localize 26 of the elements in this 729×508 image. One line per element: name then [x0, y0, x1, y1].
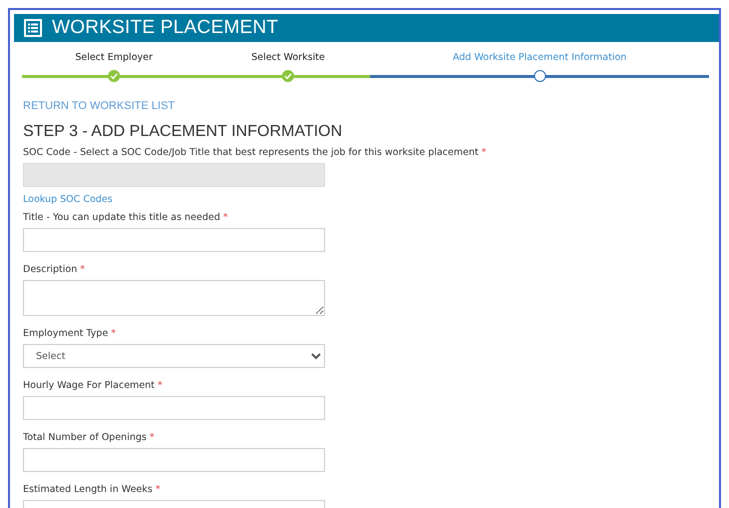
field-label: SOC Code - Select a SOC Code/Job Title that best represents the job for this worksite placement [23, 147, 478, 158]
required-mark: * [481, 147, 486, 158]
field-label: Title - You can update this title as needed [23, 212, 220, 223]
required-mark: * [158, 380, 162, 391]
required-mark: * [223, 212, 228, 223]
return-link[interactable]: RETURN TO WORKSITE LIST [23, 100, 175, 112]
step-label: Add Worksite Placement Information [452, 52, 627, 65]
step-label: Select Employer [75, 52, 153, 65]
input-field[interactable] [23, 448, 325, 472]
field-label: Description [23, 264, 78, 275]
field-label: Employment Type [23, 328, 108, 339]
required-mark: * [111, 328, 116, 339]
step-label: Select Worksite [251, 52, 325, 65]
page-title: WORKSITE PLACEMENT [52, 17, 278, 39]
textarea-field[interactable] [23, 280, 325, 316]
field-label: Estimated Length in Weeks [23, 484, 152, 495]
list-icon [24, 19, 42, 37]
field-label: Hourly Wage For Placement [23, 380, 155, 391]
required-mark: * [150, 432, 154, 443]
step-heading: STEP 3 - ADD PLACEMENT INFORMATION [23, 123, 344, 141]
required-mark: * [155, 484, 160, 495]
required-mark: * [80, 264, 85, 275]
select-field[interactable]: Select [23, 344, 325, 368]
field-label: Total Number of Openings [23, 432, 147, 443]
input-field[interactable] [23, 228, 325, 252]
input-field[interactable] [23, 396, 325, 420]
